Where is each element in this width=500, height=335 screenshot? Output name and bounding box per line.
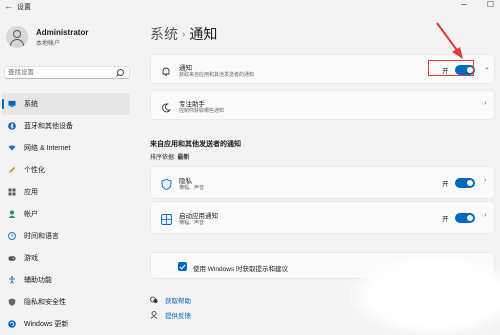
annotation-highlight-box (428, 60, 474, 76)
sidebar-item-system[interactable]: 系统 (2, 93, 130, 115)
app-row-desc: 横幅、声音 (179, 220, 205, 226)
get-help-label[interactable]: 获取帮助 (165, 295, 191, 305)
page-title: 通知 (189, 26, 218, 42)
user-name: Administrator (36, 27, 89, 37)
sidebar-item-label: 应用 (24, 189, 38, 196)
chevron-right-icon[interactable]: › (484, 177, 486, 184)
sidebar-item-accounts[interactable]: 帐户 (0, 203, 132, 225)
sidebar-item-label: 蓝牙和其他设备 (24, 123, 73, 130)
breadcrumb-system[interactable]: 系统 (150, 26, 178, 42)
window-controls: ─ ☐ (461, 0, 494, 9)
chevron-right-icon[interactable]: › (484, 100, 486, 107)
account-type: 本地帐户 (36, 40, 61, 47)
shield-app-icon (161, 177, 172, 190)
user-profile[interactable]: Administrator 本地帐户 (6, 26, 88, 48)
app-row-toggle-wrap: 开 (442, 213, 475, 223)
minimize-icon[interactable]: ─ (461, 0, 467, 9)
sidebar-item-label: 时间和语言 (24, 233, 59, 240)
tips-checkbox[interactable] (178, 262, 187, 271)
toggle-state-label: 开 (442, 181, 449, 188)
shield-icon (8, 298, 16, 306)
give-feedback-label[interactable]: 提供反馈 (165, 310, 191, 320)
apps-grid-icon (161, 212, 172, 225)
app-row-toggle[interactable] (454, 213, 475, 223)
moon-icon (161, 100, 172, 113)
get-help-link[interactable]: 获取帮助 (150, 295, 191, 305)
sort-label: 排序依据: (150, 155, 176, 161)
breadcrumb-separator: › (182, 29, 186, 40)
update-icon (8, 320, 16, 328)
bell-icon (161, 64, 171, 76)
search-icon[interactable] (117, 69, 124, 76)
sidebar-item-label: 帐户 (24, 211, 38, 218)
feedback-icon (150, 311, 158, 319)
sort-by[interactable]: 排序依据: 最新 (150, 152, 189, 161)
app-notifications-heading: 来自应用和其他发送者的通知 (150, 141, 241, 148)
focus-assist-desc: 控制你获取哪些通知 (179, 108, 225, 114)
window-title: 设置 (17, 4, 31, 11)
sidebar-nav: 系统 蓝牙和其他设备 网络 & Internet 个性化 应用 帐户 时间和语言… (0, 93, 132, 335)
maximize-icon[interactable]: ☐ (487, 0, 494, 9)
app-row-startup-notifications[interactable]: 启动应用通知 横幅、声音 开 › (150, 201, 495, 234)
accessibility-icon (8, 276, 16, 284)
sort-value[interactable]: 最新 (177, 155, 189, 161)
sidebar-item-apps[interactable]: 应用 (0, 181, 132, 203)
sidebar-item-label: 系统 (24, 101, 38, 108)
account-icon (8, 210, 16, 218)
sidebar-item-label: 个性化 (24, 167, 45, 174)
checkmark-icon (179, 264, 186, 270)
globe-icon (8, 232, 16, 240)
sidebar-item-network[interactable]: 网络 & Internet (0, 137, 132, 159)
sidebar-item-privacy[interactable]: 隐私和安全性 (0, 291, 132, 313)
search-input[interactable] (8, 69, 108, 76)
avatar-icon (6, 26, 28, 48)
chevron-right-icon[interactable]: › (484, 212, 486, 219)
apps-icon (8, 188, 16, 196)
sidebar-item-windows-update[interactable]: Windows 更新 (0, 313, 132, 335)
sidebar-item-label: 游戏 (24, 255, 38, 262)
give-feedback-link[interactable]: 提供反馈 (150, 310, 191, 320)
sidebar-item-label: 网络 & Internet (24, 145, 71, 152)
notifications-desc: 获取来自应用和其他发送者的通知 (179, 72, 255, 78)
sidebar-item-bluetooth[interactable]: 蓝牙和其他设备 (0, 115, 132, 137)
monitor-icon (8, 100, 16, 108)
wifi-icon (8, 144, 16, 152)
sidebar-item-accessibility[interactable]: 辅助功能 (0, 269, 132, 291)
screen-glare-overlay (350, 255, 500, 335)
app-row-toggle-wrap: 开 (442, 178, 475, 188)
search-box[interactable] (4, 66, 130, 79)
gamepad-icon (8, 254, 16, 262)
back-arrow-icon[interactable]: ← (4, 1, 13, 11)
sidebar-item-time-language[interactable]: 时间和语言 (0, 225, 132, 247)
toggle-state-label: 开 (442, 216, 449, 223)
sidebar-item-personalization[interactable]: 个性化 (0, 159, 132, 181)
chevron-down-icon[interactable]: ⌄ (484, 63, 490, 71)
bluetooth-icon (8, 122, 16, 130)
sidebar-item-label: 隐私和安全性 (24, 299, 66, 306)
focus-assist-card[interactable]: 专注助手 控制你获取哪些通知 › (150, 90, 495, 120)
app-row-privacy[interactable]: 隐私 横幅、声音 开 › (150, 166, 495, 199)
breadcrumb: 系统 › 通知 (150, 24, 217, 44)
pen-icon (8, 166, 16, 174)
help-icon (150, 296, 158, 304)
sidebar-item-label: 辅助功能 (24, 277, 52, 284)
sidebar-item-label: Windows 更新 (24, 321, 69, 328)
tips-checkbox-label[interactable]: 使用 Windows 时获取提示和建议 (193, 263, 288, 273)
sidebar-item-gaming[interactable]: 游戏 (0, 247, 132, 269)
app-row-desc: 横幅、声音 (179, 185, 205, 191)
title-bar: ← 设置 ─ ☐ (0, 0, 500, 14)
app-row-toggle[interactable] (454, 178, 475, 188)
